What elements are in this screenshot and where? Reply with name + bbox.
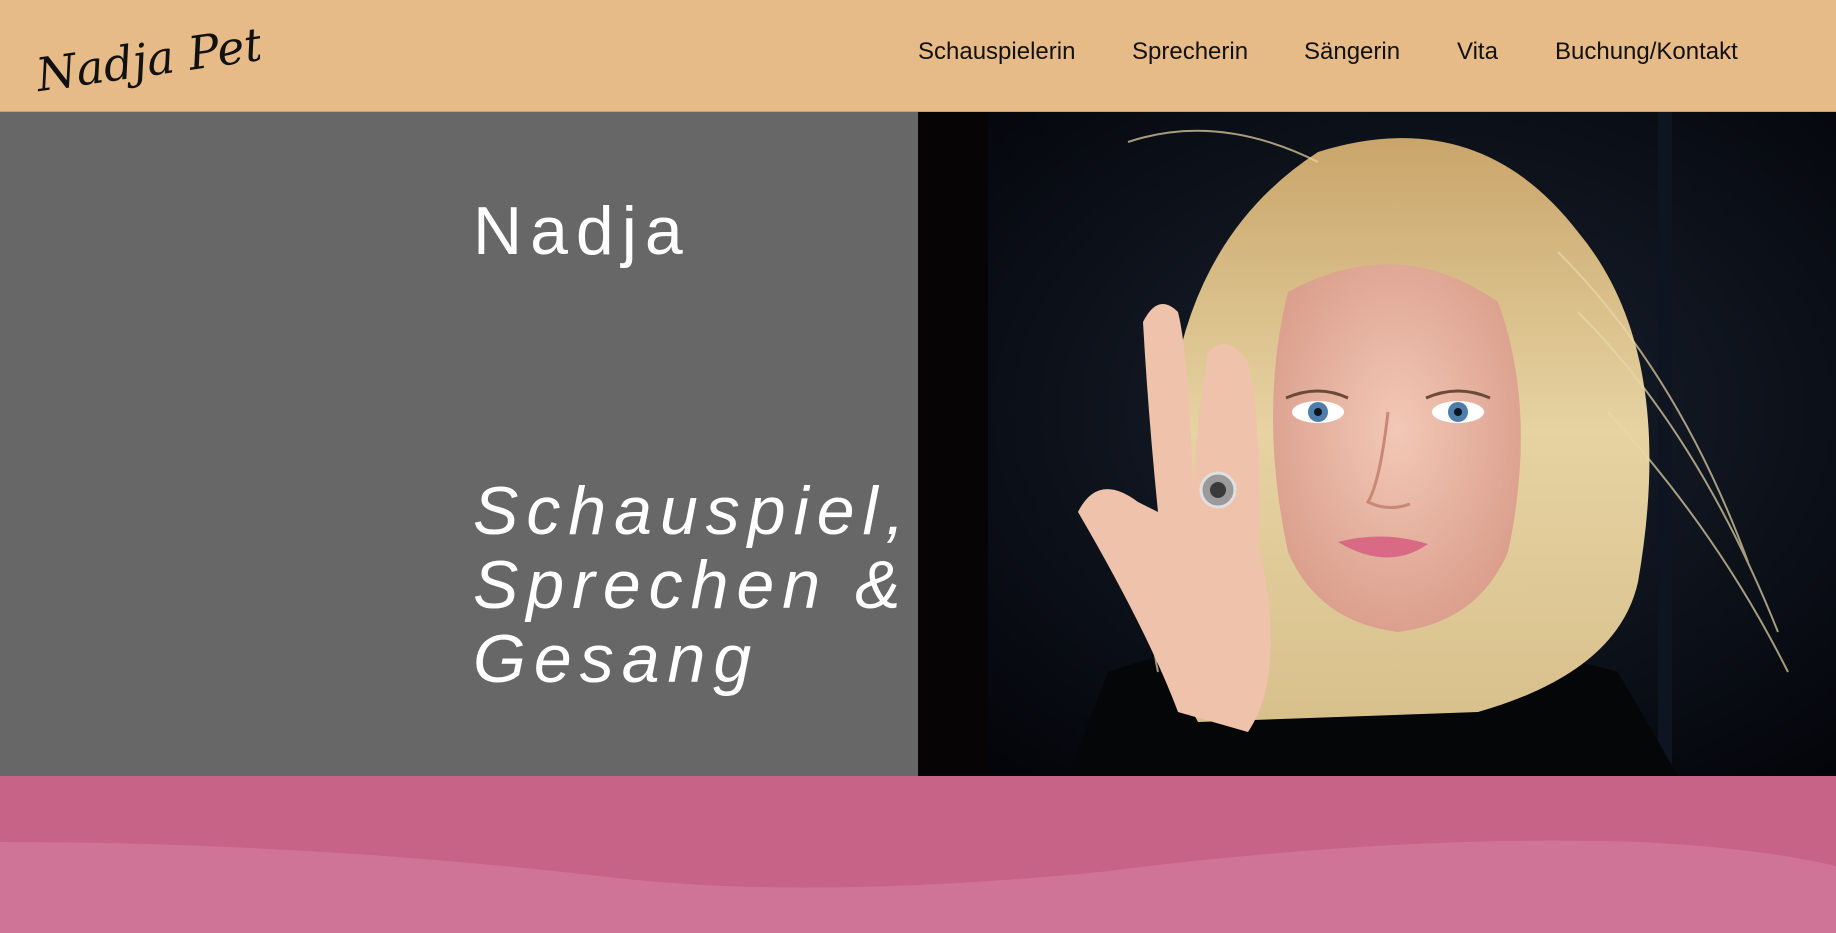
site-logo[interactable]: Nadja Petri (30, 4, 260, 96)
portrait-photo-illustration (918, 112, 1836, 776)
footer-decorative-band (0, 776, 1836, 933)
nav-item-schauspielerin[interactable]: Schauspielerin (918, 38, 1075, 66)
hero-tagline: Schauspiel, Sprechen & Gesang (473, 474, 913, 696)
nav-item-sprecherin[interactable]: Sprecherin (1132, 38, 1248, 66)
hero-tagline-line: Gesang (473, 621, 760, 697)
logo-text: Nadja Petri (32, 12, 260, 96)
nav-item-vita[interactable]: Vita (1457, 38, 1498, 66)
site-header: Nadja Petri Schauspielerin Sprecherin Sä… (0, 0, 1836, 112)
hero-text-panel: Nadja Schauspiel, Sprechen & Gesang (0, 112, 918, 776)
hero-tagline-line: Schauspiel, (473, 473, 913, 549)
hero-tagline-line: Sprechen & (473, 547, 909, 623)
hero-portrait-photo (918, 112, 1836, 776)
wave-decoration (0, 840, 1836, 933)
hero-name: Nadja (473, 193, 691, 269)
nav-item-saengerin[interactable]: Sängerin (1304, 38, 1400, 66)
nav-item-buchung-kontakt[interactable]: Buchung/Kontakt (1555, 38, 1738, 66)
